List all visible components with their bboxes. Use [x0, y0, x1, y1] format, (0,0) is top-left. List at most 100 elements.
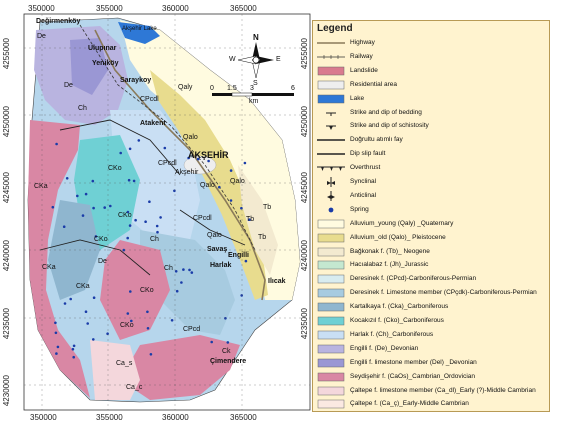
spring-point: [55, 352, 58, 355]
y-tick-5: 4235000: [2, 308, 11, 340]
unit-label: Ca_s: [116, 360, 133, 367]
legend-symbol: [317, 372, 345, 381]
spring-point: [92, 338, 95, 341]
legend-symbol: [327, 177, 335, 187]
spring-point: [229, 199, 233, 202]
unit-label: Qalo: [183, 134, 198, 141]
legend-label: Engilli f. limestone member (Del) _Devon…: [350, 358, 477, 366]
unit-label: Ck: [222, 348, 231, 355]
spring-point: [84, 310, 88, 314]
legend-item: Lake: [317, 93, 549, 105]
legend-label: Railway: [350, 52, 373, 60]
spring-point: [163, 146, 167, 150]
unit-label: CPcd: [183, 326, 201, 333]
legend-label: Engilli f. (De)_Devonian: [350, 344, 419, 352]
legend-label: Deresinek f. (CPcd)-Carboniferous-Permia…: [350, 275, 477, 283]
spring-point: [132, 179, 136, 183]
scale-unit: km: [249, 98, 259, 105]
spring-point: [146, 310, 149, 314]
scale-tick-1: 1.5: [227, 85, 237, 92]
legend-item: Dip slip fault: [317, 148, 549, 160]
legend-item: Bağkonak f. (Tb)_ Neogene: [317, 246, 549, 258]
legend-item: Çaltepe f. limestone member (Ca_dl)_Earl…: [317, 385, 549, 397]
legend-symbol: [317, 386, 345, 395]
x-tick-top-3: 360000: [162, 4, 189, 13]
spring-point: [84, 192, 88, 196]
legend-symbol: [317, 316, 345, 326]
legend-label: Anticlinal: [350, 191, 377, 199]
town-ulupinar: Ulupınar: [88, 45, 117, 52]
town-atakent: Atakent: [140, 120, 166, 127]
x-tick-bottom-2: 355000: [96, 413, 123, 422]
legend-item: Synclinal: [317, 176, 549, 188]
scale-tick-2: 3: [250, 85, 254, 92]
town-cimendere: Çimendere: [210, 358, 247, 365]
spring-point: [226, 341, 230, 344]
spring-point: [210, 340, 213, 344]
x-tick-top-2: 355000: [96, 4, 123, 13]
spring-point: [218, 185, 221, 189]
x-tick-bottom-4: 365000: [230, 413, 257, 422]
y-tick-6: 4230000: [2, 375, 11, 407]
legend-item: Doğrultu atımlı fay: [317, 134, 549, 146]
legend-label: Strike and dip of bedding: [350, 108, 422, 116]
legend-symbol: [317, 330, 345, 340]
legend-label: Kartalkaya f. (Cka)_Carboniferous: [350, 303, 449, 311]
spring-point: [129, 290, 132, 293]
spring-point: [144, 220, 147, 223]
legend-symbol: [317, 302, 345, 312]
spring-point: [126, 236, 129, 240]
legend-item: Çaltepe f. (Ca_ç)_Early-Middle Cambrian: [317, 398, 549, 410]
spring-point: [240, 294, 243, 297]
town-engilli: Engilli: [228, 252, 249, 259]
unit-label: CKa: [76, 283, 90, 290]
legend-item: Engilli f. (De)_Devonian: [317, 343, 549, 355]
spring-point: [86, 322, 89, 325]
legend-symbol: [317, 42, 345, 44]
unit-label: Qalo: [207, 232, 222, 239]
spring-point: [126, 312, 130, 315]
legend-item: Overthrust: [317, 162, 549, 174]
spring-point: [72, 355, 75, 359]
y-tick-right-1: 4255000: [300, 38, 309, 70]
spring-point: [71, 347, 75, 351]
spring-point: [156, 230, 159, 234]
unit-label: Tb: [263, 204, 272, 211]
spring-point: [229, 169, 233, 172]
legend-label: Strike and dip of schistosity: [350, 122, 429, 130]
scale-tick-0: 0: [210, 85, 214, 92]
unit-label: CKo: [108, 165, 122, 172]
unit-label: Ca_c: [126, 384, 143, 391]
legend-label: Doğrultu atımlı fay: [350, 136, 403, 144]
unit-label: Qalo: [200, 182, 215, 189]
town-degirmenkoy: Değirmenköy: [36, 18, 81, 25]
spring-point: [137, 139, 141, 142]
spring-point: [148, 200, 151, 203]
legend-item: Deresinek f. Limestone member (CPçdk)-Ca…: [317, 287, 549, 299]
legend-label: Overthrust: [350, 164, 381, 172]
spring-point: [65, 177, 69, 180]
unit-label: Tb: [258, 234, 267, 241]
spring-point: [69, 297, 72, 301]
spring-point: [155, 224, 159, 228]
spring-point: [175, 289, 179, 293]
town-saraykoy: Saraykoy: [120, 77, 152, 84]
y-tick-2: 4250000: [2, 106, 11, 138]
legend-symbol: [317, 400, 345, 409]
legend-symbol: [326, 125, 336, 131]
x-tick-bottom-3: 360000: [162, 413, 189, 422]
legend-symbol: [328, 207, 334, 213]
legend-label: Dip slip fault: [350, 150, 386, 158]
town-savas: Savaş: [207, 246, 228, 253]
legend-label: Alluvium_young (Qaly) _Quaternary: [350, 219, 454, 227]
legend-label: Hacıalabaz f. (Jh)_Jurassic: [350, 261, 429, 269]
legend-label: Highway: [350, 39, 375, 46]
spring-point: [207, 159, 210, 163]
legend-label: Seydişehir f. (CaOs)_Cambrian_Ordovician: [350, 372, 475, 380]
unit-label: CKo: [94, 236, 108, 243]
y-tick-1: 4255000: [2, 38, 11, 70]
legend-item: Seydişehir f. (CaOs)_Cambrian_Ordovician: [317, 371, 549, 383]
unit-label: Qaly: [178, 84, 193, 91]
spring-point: [173, 189, 176, 193]
legend-label: Kocakızıl f. (Cko)_Carboniferous: [350, 317, 444, 324]
